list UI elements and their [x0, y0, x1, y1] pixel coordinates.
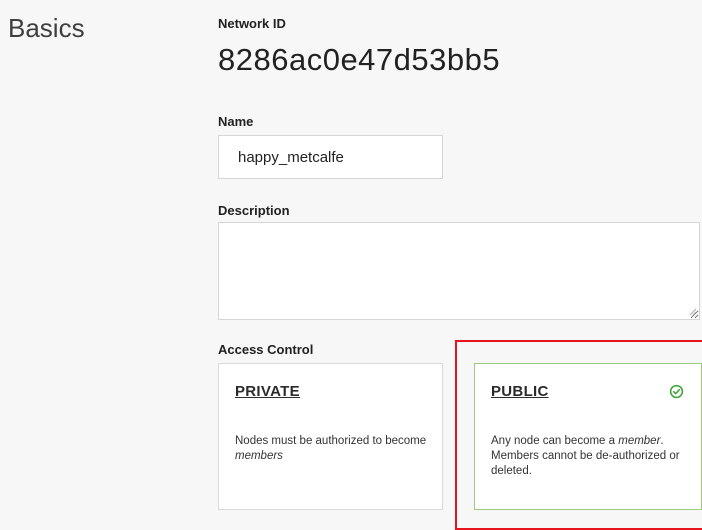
network-id-value: 8286ac0e47d53bb5	[218, 42, 501, 77]
network-id-label: Network ID	[218, 16, 286, 31]
access-option-description: Nodes must be authorized to become membe…	[235, 435, 427, 462]
access-option-private[interactable]: PRIVATE Nodes must be authorized to beco…	[218, 363, 443, 510]
access-control-label: Access Control	[218, 342, 314, 357]
access-option-public[interactable]: PUBLIC Any node can become a member. Mem…	[474, 363, 702, 510]
access-option-title: PRIVATE	[235, 383, 300, 400]
check-circle-icon	[669, 384, 684, 399]
description-label: Description	[218, 203, 290, 218]
access-option-description: Any node can become a member. Members ca…	[491, 435, 680, 477]
section-title: Basics	[8, 13, 85, 43]
name-input[interactable]	[218, 135, 443, 179]
access-option-title: PUBLIC	[491, 383, 549, 400]
description-textarea[interactable]	[218, 222, 700, 320]
resize-grip-icon[interactable]	[689, 308, 697, 316]
name-label: Name	[218, 114, 254, 129]
